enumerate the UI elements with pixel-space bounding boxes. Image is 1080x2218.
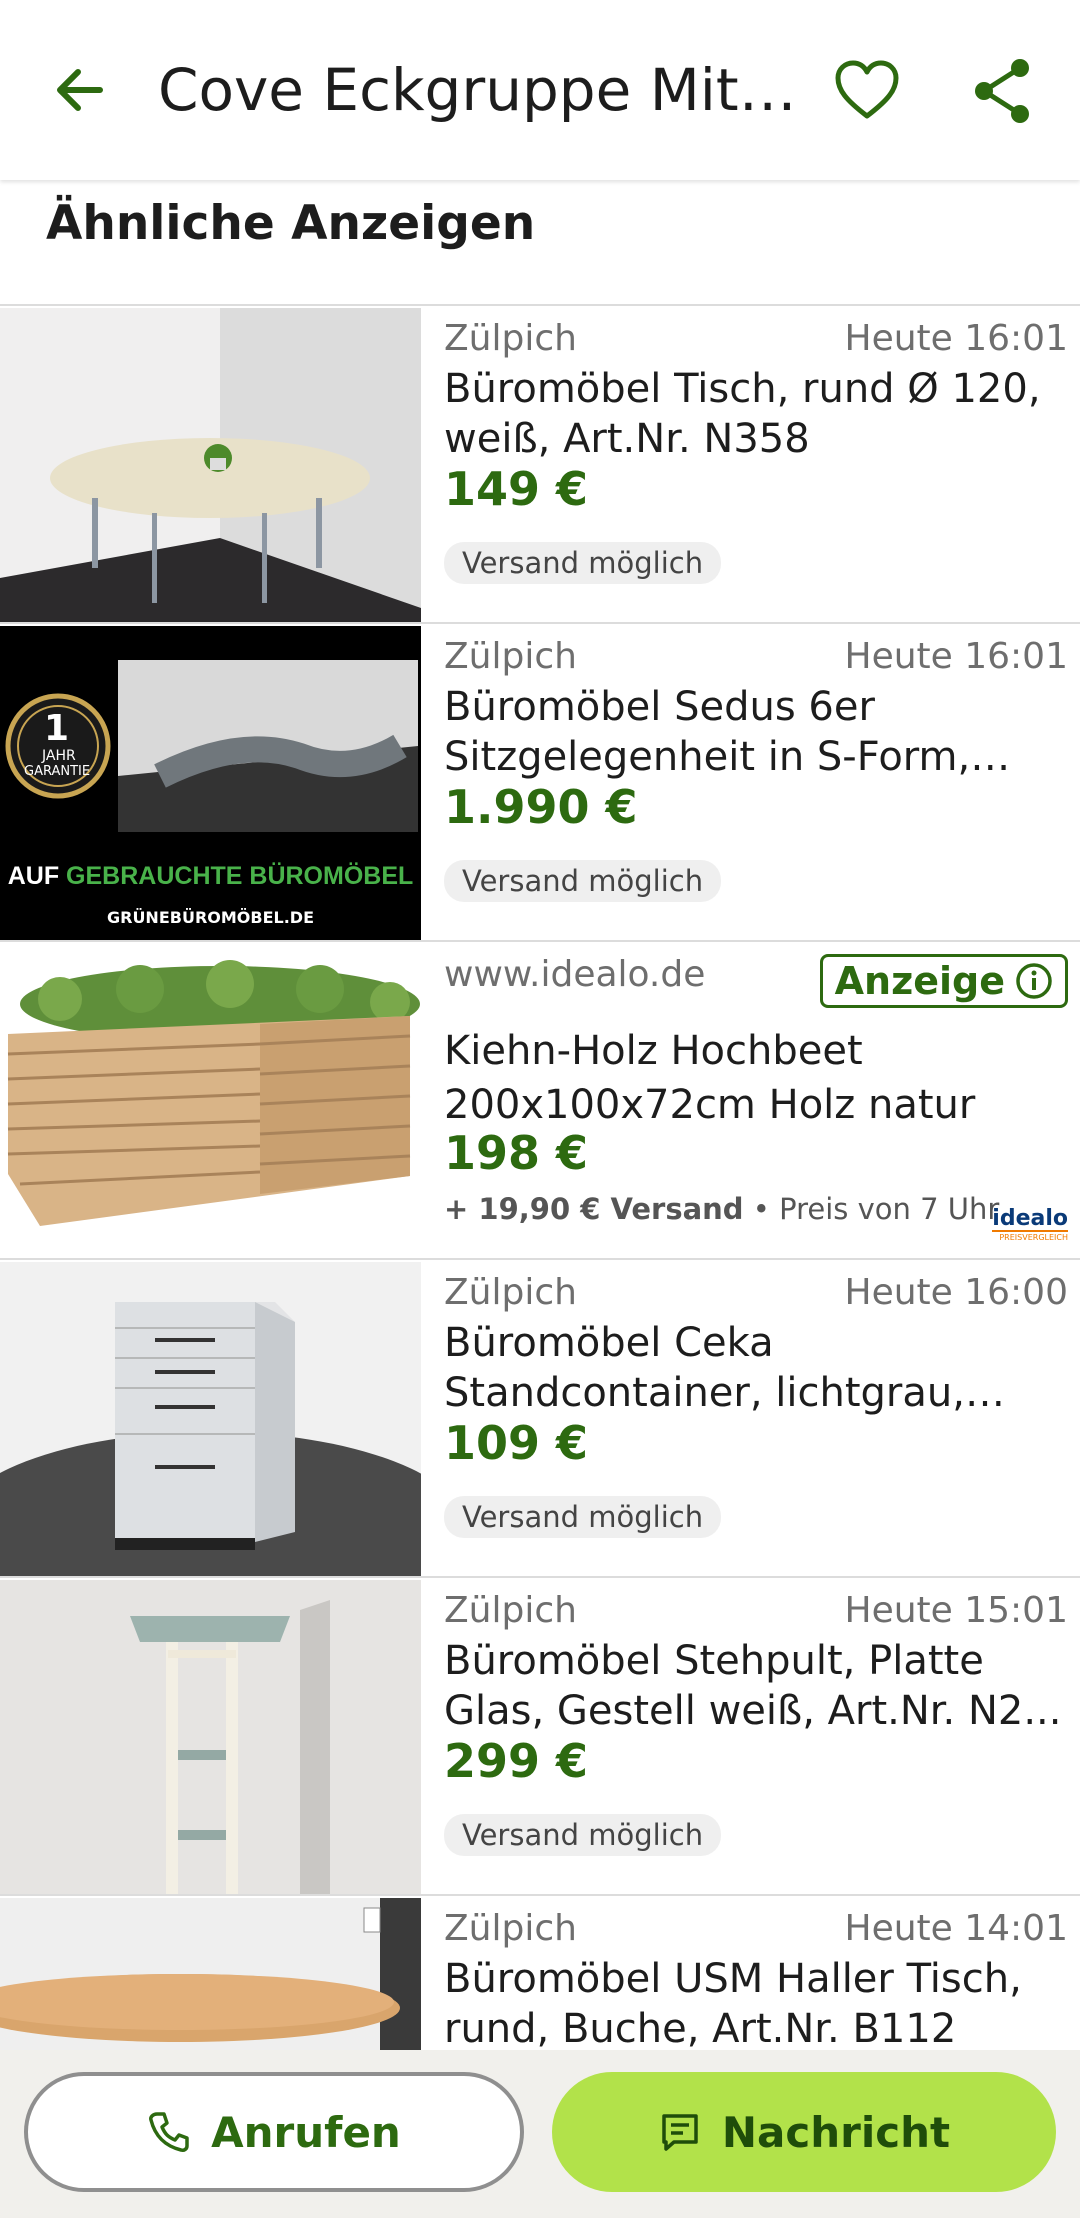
message-icon	[662, 2114, 698, 2151]
ad-source: www.idealo.de	[444, 954, 706, 995]
listing-price: 109 €	[444, 1416, 589, 1470]
idealo-logo-text: idealo	[992, 1206, 1068, 1231]
list-item[interactable]: Zülpich Heute 16:01 Büromöbel Tisch, run…	[0, 304, 1080, 624]
message-button[interactable]: Nachricht	[552, 2072, 1056, 2192]
listing-title: Büromöbel Tisch, rund Ø 120, weiß, Art.N…	[444, 366, 1041, 462]
shipping-badge: Versand möglich	[444, 1814, 722, 1856]
ad-label[interactable]: Anzeige	[819, 954, 1068, 1008]
separator-dot: •	[752, 1192, 780, 1226]
guarantee-seal-number: 1	[44, 708, 70, 749]
list-item[interactable]: 1 JAHR GARANTIE AUF GEBRAUCHTE BÜROMÖBEL…	[0, 622, 1080, 942]
listing-time: Heute 16:01	[844, 636, 1069, 677]
price-note: Preis von 7 Uhr	[779, 1192, 1000, 1226]
banner-highlight: GEBRAUCHTE BÜROMÖBEL	[66, 862, 414, 890]
listing-location: Zülpich	[444, 636, 577, 677]
listing-image	[0, 308, 421, 624]
listing-price: 299 €	[444, 1734, 589, 1788]
contact-action-bar: Anrufen Nachricht	[0, 2050, 1080, 2218]
listing-title: Kiehn-Holz Hochbeet 200x100x72cm Holz na…	[444, 1028, 976, 1128]
call-label: Anrufen	[211, 2107, 401, 2157]
listing-time: Heute 15:01	[844, 1590, 1069, 1631]
heart-icon	[835, 60, 899, 119]
favorite-button[interactable]	[832, 56, 902, 126]
listing-image	[0, 944, 421, 1260]
image-domain: GRÜNEBÜROMÖBEL.DE	[106, 908, 314, 927]
listing-title: Büromöbel Ceka Standcontainer, lichtgrau…	[444, 1320, 965, 1416]
share-icon	[975, 59, 1029, 123]
listing-price: 198 €	[444, 1126, 589, 1180]
shipping-badge: Versand möglich	[444, 542, 722, 584]
listing-location: Zülpich	[444, 1590, 577, 1631]
listing-image	[0, 1262, 421, 1578]
shipping-badge: Versand möglich	[444, 1496, 722, 1538]
list-item[interactable]: Zülpich Heute 16:00 Büromöbel Ceka Stand…	[0, 1258, 1080, 1578]
listing-location: Zülpich	[444, 1908, 577, 1949]
page-title: Cove Eckgruppe Mit ...	[158, 56, 798, 124]
guarantee-seal-line2: GARANTIE	[24, 764, 91, 779]
idealo-logo-sub: PREISVERGLEICH	[992, 1230, 1068, 1244]
ad-list-item[interactable]: www.idealo.de Anzeige Kiehn-Holz Hochbee…	[0, 940, 1080, 1260]
listing-time: Heute 16:00	[844, 1272, 1069, 1313]
listing-title: Büromöbel USM Haller Tisch, rund, Buche,…	[444, 1956, 1022, 2050]
listing-image	[0, 1580, 421, 1896]
listing-location: Zülpich	[444, 1272, 577, 1313]
listing-image	[0, 1898, 421, 2050]
listing-title: Büromöbel Stehpult, Platte Glas, Gestell…	[444, 1638, 1062, 1734]
list-item[interactable]: Zülpich Heute 15:01 Büromöbel Stehpult, …	[0, 1576, 1080, 1896]
guarantee-seal-line1: JAHR	[42, 748, 76, 764]
listing-location: Zülpich	[444, 318, 577, 359]
listing-price: 1.990 €	[444, 780, 638, 834]
idealo-logo: idealo PREISVERGLEICH	[992, 1208, 1068, 1244]
shipping-cost: + 19,90 € Versand	[444, 1192, 744, 1226]
share-button[interactable]	[968, 56, 1038, 126]
banner-prefix: AUF	[7, 862, 67, 890]
listing-time: Heute 16:01	[844, 318, 1069, 359]
info-icon	[1016, 963, 1052, 999]
listing-title: Büromöbel Sedus 6er Sitzgelegenheit in S…	[444, 684, 971, 780]
listing-image: 1 JAHR GARANTIE AUF GEBRAUCHTE BÜROMÖBEL…	[0, 626, 421, 942]
message-label: Nachricht	[721, 2107, 951, 2157]
app-bar: Cove Eckgruppe Mit ...	[0, 0, 1080, 180]
phone-icon	[149, 2112, 189, 2152]
section-heading: Ähnliche Anzeigen	[46, 196, 536, 251]
ad-label-text: Anzeige	[834, 959, 1005, 1003]
listing-price: 149 €	[444, 462, 589, 516]
shipping-badge: Versand möglich	[444, 860, 722, 902]
similar-listings: Zülpich Heute 16:01 Büromöbel Tisch, run…	[0, 304, 1080, 2050]
list-item[interactable]: Zülpich Heute 14:01 Büromöbel USM Haller…	[0, 1894, 1080, 2050]
arrow-left-icon	[57, 69, 103, 111]
shipping-info: + 19,90 € Versand • Preis von 7 Uhr	[444, 1192, 999, 1226]
back-button[interactable]	[48, 58, 112, 122]
image-banner: AUF GEBRAUCHTE BÜROMÖBEL	[0, 862, 421, 891]
listing-time: Heute 14:01	[844, 1908, 1069, 1949]
call-button[interactable]: Anrufen	[24, 2072, 524, 2192]
